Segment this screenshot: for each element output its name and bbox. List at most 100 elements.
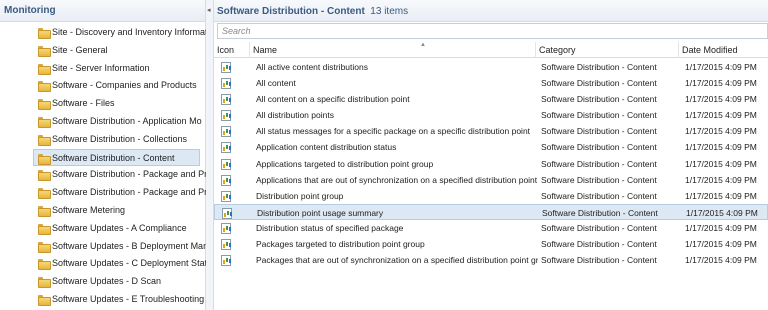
- navigation-tree: Site - Discovery and Inventory Informat S…: [0, 24, 206, 309]
- tree-item[interactable]: Software Distribution - Application Mo: [0, 113, 206, 131]
- row-name: Application content distribution status: [256, 142, 397, 153]
- tree-item[interactable]: Software Distribution - Package and Pr: [0, 184, 206, 202]
- tree-item[interactable]: Software Distribution - Package and Pr: [0, 166, 206, 184]
- report-icon: [221, 255, 231, 267]
- column-header-name[interactable]: Name ▲: [250, 42, 536, 58]
- table-row[interactable]: All content on a specific distribution p…: [214, 91, 768, 107]
- tree-item[interactable]: Software Updates - D Scan: [0, 273, 206, 291]
- report-icon: [221, 222, 231, 234]
- table-row[interactable]: All distribution points Software Distribu…: [214, 107, 768, 123]
- collapse-left-icon[interactable]: ◂: [207, 6, 211, 14]
- tree-item[interactable]: Site - Server Information: [0, 60, 206, 78]
- column-header-date-modified[interactable]: Date Modified: [679, 42, 768, 58]
- folder-icon: [38, 259, 51, 271]
- tree-item[interactable]: Software - Companies and Products: [0, 77, 206, 95]
- row-date-modified: 1/17/2015 4:09 PM: [685, 190, 757, 201]
- row-name: Applications targeted to distribution po…: [256, 158, 434, 169]
- row-date-modified: 1/17/2015 4:09 PM: [685, 94, 757, 105]
- table-row[interactable]: Packages that are out of synchronization…: [214, 252, 768, 268]
- row-date-modified: 1/17/2015 4:09 PM: [685, 62, 757, 72]
- row-category: Software Distribution - Content: [541, 78, 657, 89]
- report-icon-cell: [221, 62, 231, 73]
- table-row[interactable]: Distribution point group Software Distrib…: [214, 188, 768, 204]
- report-icon: [221, 126, 231, 138]
- results-title: Software Distribution - Content: [217, 6, 365, 17]
- row-category: Software Distribution - Content: [541, 239, 657, 250]
- report-icon: [221, 62, 231, 73]
- search-input[interactable]: Search: [217, 23, 768, 39]
- row-date-modified: 1/17/2015 4:09 PM: [685, 126, 757, 137]
- tree-item[interactable]: Software Updates - C Deployment Stat: [0, 255, 206, 273]
- row-name: All content on a specific distribution p…: [256, 94, 410, 105]
- tree-item-label: Software Metering: [52, 204, 126, 215]
- tree-item[interactable]: Software Updates - E Troubleshooting: [0, 291, 206, 309]
- row-name: All status messages for a specific packa…: [256, 126, 531, 137]
- tree-item-label: Software Distribution - Content: [52, 152, 175, 163]
- row-category: Software Distribution - Content: [541, 142, 657, 153]
- tree-item[interactable]: Site - General: [0, 42, 206, 60]
- report-icon-cell: [221, 94, 231, 106]
- row-name: Distribution point usage summary: [257, 207, 384, 218]
- report-icon: [221, 190, 231, 202]
- table-row[interactable]: Packages targeted to distribution point …: [214, 236, 768, 252]
- folder-icon: [38, 28, 51, 39]
- row-category: Software Distribution - Content: [541, 126, 657, 137]
- table-row[interactable]: Distribution point usage summary Software…: [214, 203, 768, 220]
- row-category: Software Distribution - Content: [541, 158, 657, 169]
- tree-item[interactable]: Software Distribution - Collections: [0, 131, 206, 149]
- report-icon-cell: [221, 110, 231, 122]
- tree-item-label: Software Updates - B Deployment Man: [52, 240, 206, 251]
- tree-item[interactable]: Software Updates - B Deployment Man: [0, 238, 206, 256]
- folder-icon: [38, 277, 51, 289]
- row-date-modified: 1/17/2015 4:09 PM: [686, 207, 758, 218]
- row-name: All content: [256, 78, 296, 89]
- column-header-icon[interactable]: Icon: [214, 42, 250, 58]
- report-list: All active content distributions Software…: [214, 59, 768, 268]
- row-category: Software Distribution - Content: [541, 222, 657, 233]
- tree-item[interactable]: Software Updates - A Compliance: [0, 220, 206, 238]
- table-row[interactable]: All content Software Distribution - Conte…: [214, 75, 768, 91]
- tree-item-label: Software Distribution - Collections: [52, 133, 188, 144]
- table-row[interactable]: Application content distribution status S…: [214, 139, 768, 155]
- results-pane: Software Distribution - Content 13 items…: [214, 0, 768, 310]
- row-name: Packages targeted to distribution point …: [256, 239, 425, 250]
- table-row[interactable]: Applications targeted to distribution po…: [214, 156, 768, 172]
- row-category: Software Distribution - Content: [541, 190, 657, 201]
- tree-item[interactable]: Site - Discovery and Inventory Informat: [0, 24, 206, 42]
- table-row[interactable]: All status messages for a specific packa…: [214, 123, 768, 139]
- tree-item-label: Software Updates - C Deployment Stat: [52, 258, 206, 269]
- tree-item[interactable]: Software - Files: [0, 95, 206, 113]
- row-date-modified: 1/17/2015 4:09 PM: [685, 255, 757, 266]
- row-category: Software Distribution - Content: [541, 94, 657, 105]
- report-icon: [221, 78, 231, 90]
- pane-splitter[interactable]: ◂: [206, 0, 214, 310]
- row-name: All distribution points: [256, 110, 334, 121]
- report-icon-cell: [221, 190, 231, 202]
- folder-icon: [38, 153, 51, 165]
- report-icon-cell: [221, 142, 231, 154]
- report-icon-cell: [221, 239, 231, 251]
- results-item-count: 13 items: [370, 6, 409, 17]
- row-name: Distribution point group: [256, 190, 344, 201]
- row-date-modified: 1/17/2015 4:09 PM: [685, 174, 757, 185]
- table-row[interactable]: Applications that are out of synchroniza…: [214, 172, 768, 188]
- tree-item-label: Software Distribution - Application Mo: [52, 115, 202, 126]
- folder-icon: [38, 134, 51, 146]
- folder-icon: [38, 45, 51, 57]
- navigation-pane: Monitoring Site - Discovery and Inventor…: [0, 0, 206, 310]
- tree-item-label: Software Updates - A Compliance: [52, 222, 187, 233]
- table-row[interactable]: All active content distributions Software…: [214, 59, 768, 75]
- tree-item-label: Software Updates - D Scan: [52, 276, 162, 287]
- row-date-modified: 1/17/2015 4:09 PM: [685, 239, 757, 250]
- tree-item[interactable]: Software Distribution - Content: [33, 148, 200, 167]
- report-icon: [221, 239, 231, 251]
- navigation-pane-title: Monitoring: [0, 0, 205, 22]
- table-row[interactable]: Distribution status of specified package…: [214, 220, 768, 236]
- report-icon: [221, 110, 231, 122]
- report-icon: [221, 94, 231, 106]
- column-header-category[interactable]: Category: [536, 42, 679, 58]
- report-icon-cell: [221, 174, 231, 186]
- tree-item-label: Software Distribution - Package and Pr: [52, 187, 206, 198]
- tree-item[interactable]: Software Metering: [0, 202, 206, 220]
- folder-icon: [38, 241, 51, 253]
